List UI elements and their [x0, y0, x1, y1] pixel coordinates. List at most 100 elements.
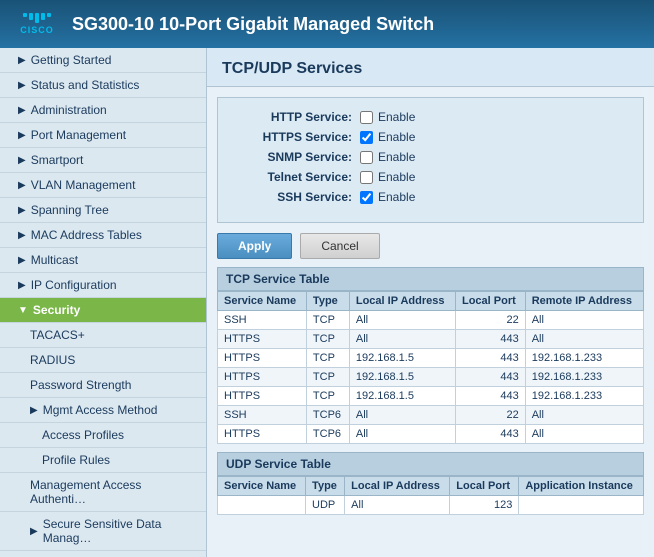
ssh-service-enable: Enable [378, 190, 415, 204]
sidebar-item-vlan-management[interactable]: ▶ VLAN Management [0, 173, 206, 198]
cell-local-ip: All [349, 311, 455, 330]
form-buttons: Apply Cancel [217, 233, 644, 259]
cell-local-ip: 192.168.1.5 [349, 368, 455, 387]
cell-service-name: HTTPS [218, 387, 307, 406]
col-local-ip: Local IP Address [345, 477, 450, 496]
sidebar-item-spanning-tree[interactable]: ▶ Spanning Tree [0, 198, 206, 223]
tcp-table-title: TCP Service Table [217, 267, 644, 291]
cell-local-port: 22 [455, 311, 525, 330]
sidebar-item-properties[interactable]: Properties [0, 551, 206, 557]
col-type: Type [306, 477, 345, 496]
col-service-name: Service Name [218, 292, 307, 311]
sidebar-item-secure-sensitive[interactable]: ▶ Secure Sensitive Data Manag… [0, 512, 206, 551]
table-row: HTTPS TCP 192.168.1.5 443 192.168.1.233 [218, 387, 644, 406]
snmp-service-enable: Enable [378, 150, 415, 164]
col-remote-ip: Remote IP Address [525, 292, 643, 311]
cell-service-name: SSH [218, 406, 307, 425]
http-service-checkbox[interactable] [360, 111, 373, 124]
sidebar-item-port-management[interactable]: ▶ Port Management [0, 123, 206, 148]
col-local-ip: Local IP Address [349, 292, 455, 311]
sidebar-item-access-profiles[interactable]: Access Profiles [0, 423, 206, 448]
telnet-service-enable: Enable [378, 170, 415, 184]
cell-remote-ip: All [525, 406, 643, 425]
arrow-icon: ▶ [18, 55, 26, 66]
cell-type: UDP [306, 496, 345, 515]
sidebar-item-tacacs[interactable]: TACACS+ [0, 323, 206, 348]
cell-local-ip: All [345, 496, 450, 515]
apply-button[interactable]: Apply [217, 233, 292, 259]
page-title: SG300-10 10-Port Gigabit Managed Switch [72, 14, 434, 35]
ssh-service-label: SSH Service: [230, 190, 360, 204]
sidebar-item-mgmt-access-authenti[interactable]: Management Access Authenti… [0, 473, 206, 512]
cell-local-ip: All [349, 406, 455, 425]
cell-local-ip: All [349, 425, 455, 444]
cell-remote-ip: 192.168.1.233 [525, 349, 643, 368]
https-service-row: HTTPS Service: Enable [230, 130, 631, 144]
http-service-label: HTTP Service: [230, 110, 360, 124]
http-service-row: HTTP Service: Enable [230, 110, 631, 124]
sidebar-item-mac-address-tables[interactable]: ▶ MAC Address Tables [0, 223, 206, 248]
cell-local-ip: All [349, 330, 455, 349]
telnet-service-checkbox[interactable] [360, 171, 373, 184]
cell-type: TCP [306, 349, 349, 368]
cell-service-name: HTTPS [218, 330, 307, 349]
http-service-enable: Enable [378, 110, 415, 124]
cell-local-port: 443 [455, 368, 525, 387]
table-row: SSH TCP All 22 All [218, 311, 644, 330]
snmp-service-checkbox[interactable] [360, 151, 373, 164]
cell-remote-ip: All [525, 425, 643, 444]
services-form: HTTP Service: Enable HTTPS Service: Enab… [217, 97, 644, 223]
sidebar: ▶ Getting Started ▶ Status and Statistic… [0, 48, 207, 557]
udp-service-table: Service Name Type Local IP Address Local… [217, 476, 644, 515]
https-service-checkbox[interactable] [360, 131, 373, 144]
sidebar-item-profile-rules[interactable]: Profile Rules [0, 448, 206, 473]
cell-service-name: HTTPS [218, 368, 307, 387]
table-row: HTTPS TCP All 443 All [218, 330, 644, 349]
cell-local-port: 22 [455, 406, 525, 425]
arrow-icon: ▶ [18, 105, 26, 116]
col-local-port: Local Port [455, 292, 525, 311]
cell-remote-ip: 192.168.1.233 [525, 387, 643, 406]
cell-service-name: SSH [218, 311, 307, 330]
telnet-service-row: Telnet Service: Enable [230, 170, 631, 184]
cell-local-ip: 192.168.1.5 [349, 387, 455, 406]
table-row: SSH TCP6 All 22 All [218, 406, 644, 425]
table-row: HTTPS TCP 192.168.1.5 443 192.168.1.233 [218, 349, 644, 368]
cell-type: TCP [306, 368, 349, 387]
sidebar-item-getting-started[interactable]: ▶ Getting Started [0, 48, 206, 73]
sidebar-item-radius[interactable]: RADIUS [0, 348, 206, 373]
cell-app-instance [519, 496, 644, 515]
arrow-icon: ▶ [30, 405, 38, 416]
sidebar-item-mgmt-access-method[interactable]: ▶ Mgmt Access Method [0, 398, 206, 423]
sidebar-item-administration[interactable]: ▶ Administration [0, 98, 206, 123]
cell-local-port: 443 [455, 330, 525, 349]
arrow-icon: ▶ [30, 526, 38, 537]
ssh-service-checkbox[interactable] [360, 191, 373, 204]
telnet-service-label: Telnet Service: [230, 170, 360, 184]
arrow-icon: ▼ [18, 305, 28, 316]
https-service-enable: Enable [378, 130, 415, 144]
cell-type: TCP [306, 311, 349, 330]
sidebar-item-smartport[interactable]: ▶ Smartport [0, 148, 206, 173]
sidebar-item-ip-configuration[interactable]: ▶ IP Configuration [0, 273, 206, 298]
col-app-instance: Application Instance [519, 477, 644, 496]
cell-local-ip: 192.168.1.5 [349, 349, 455, 368]
arrow-icon: ▶ [18, 230, 26, 241]
arrow-icon: ▶ [18, 205, 26, 216]
udp-service-table-section: UDP Service Table Service Name Type Loca… [217, 452, 644, 515]
cancel-button[interactable]: Cancel [300, 233, 379, 259]
table-row: UDP All 123 [218, 496, 644, 515]
sidebar-item-security[interactable]: ▼ Security [0, 298, 206, 323]
cell-service-name: HTTPS [218, 425, 307, 444]
arrow-icon: ▶ [18, 255, 26, 266]
tcp-service-table-section: TCP Service Table Service Name Type Loca… [217, 267, 644, 444]
https-service-label: HTTPS Service: [230, 130, 360, 144]
sidebar-item-password-strength[interactable]: Password Strength [0, 373, 206, 398]
sidebar-item-status-statistics[interactable]: ▶ Status and Statistics [0, 73, 206, 98]
table-row: HTTPS TCP 192.168.1.5 443 192.168.1.233 [218, 368, 644, 387]
cell-local-port: 443 [455, 425, 525, 444]
col-type: Type [306, 292, 349, 311]
ssh-service-row: SSH Service: Enable [230, 190, 631, 204]
arrow-icon: ▶ [18, 180, 26, 191]
sidebar-item-multicast[interactable]: ▶ Multicast [0, 248, 206, 273]
